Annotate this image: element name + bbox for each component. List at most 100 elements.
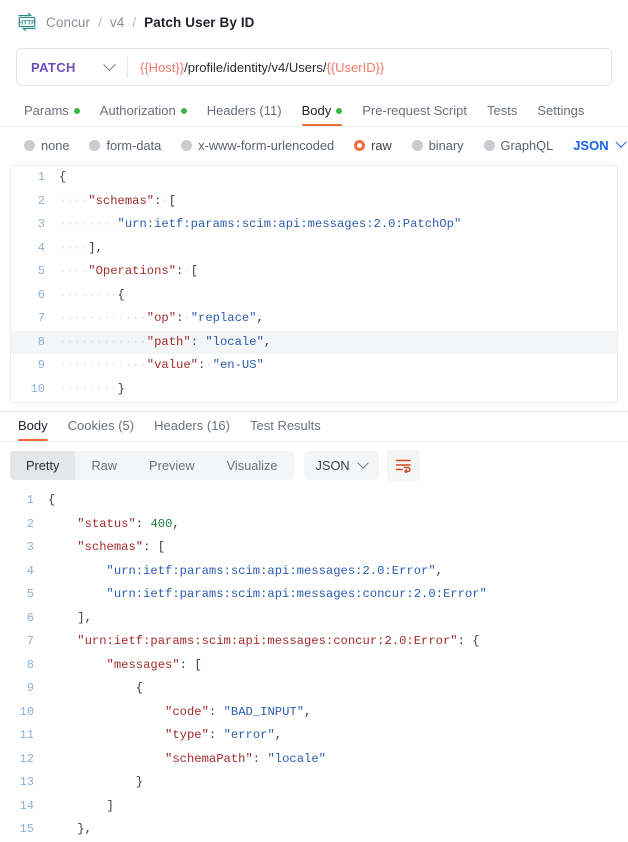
url-variable-userid: {{UserID}} [326, 59, 385, 75]
line-number: 8 [26, 657, 34, 672]
view-mode-label: Preview [149, 458, 195, 473]
line-number: 3 [37, 217, 45, 231]
view-mode-pretty[interactable]: Pretty [10, 451, 76, 480]
tab-tests[interactable]: Tests [477, 95, 527, 126]
line-number: 6 [37, 287, 45, 302]
request-format-selector[interactable]: JSON [573, 136, 627, 153]
code-text: { [135, 681, 144, 695]
code-text: ····] [57, 401, 96, 402]
code-line: 1{ [0, 489, 628, 513]
breadcrumb-item-request[interactable]: Patch User By ID [144, 15, 254, 30]
body-type-options: none form-data x-www-form-urlencoded raw… [0, 127, 628, 163]
view-mode-label: Visualize [226, 458, 278, 473]
tab-body[interactable]: Body [292, 95, 353, 126]
tab-headers[interactable]: Headers (11) [197, 95, 292, 126]
code-line: 10 ········} [11, 378, 617, 402]
line-number: 8 [37, 334, 45, 349]
response-body-viewer[interactable]: 1{2 "status": 400, 3 "schemas": [4 "urn:i… [0, 487, 628, 842]
request-body-editor[interactable]: 1{2 ····"schemas":·[ 3 ········"urn:ietf:pa… [10, 165, 618, 403]
line-number: 15 [19, 822, 34, 836]
code-line: 14 ] [0, 795, 628, 819]
code-text: "schemaPath": "locale" [165, 751, 326, 766]
code-line: 3 "schemas": [ [0, 536, 628, 560]
breadcrumb: HTTP Concur / v4 / Patch User By ID [0, 0, 628, 44]
code-line: 6 ········{ [11, 284, 617, 308]
request-tabs: Params Authorization Headers (11) Body P… [0, 96, 628, 127]
view-mode-preview[interactable]: Preview [133, 451, 211, 480]
body-type-form-data[interactable]: form-data [79, 138, 171, 153]
code-line: 1{ [11, 166, 617, 190]
code-line: 2 "status": 400, [0, 513, 628, 537]
code-line: 15 }, [0, 818, 628, 842]
view-mode-label: Raw [91, 458, 118, 473]
url-variable-host: {{Host}} [140, 59, 185, 75]
view-mode-raw[interactable]: Raw [75, 451, 133, 480]
radio-label: form-data [106, 137, 162, 153]
format-label: JSON [315, 458, 350, 473]
line-number: 3 [26, 540, 34, 554]
response-tab-cookies[interactable]: Cookies (5) [58, 410, 144, 441]
tab-pre-request-script[interactable]: Pre-request Script [352, 95, 477, 126]
line-number: 13 [19, 775, 34, 789]
code-line: 2 ····"schemas":·[ [11, 190, 617, 214]
body-type-raw[interactable]: raw [344, 138, 402, 153]
body-type-binary[interactable]: binary [402, 138, 474, 153]
line-number: 5 [26, 587, 34, 601]
url-input[interactable]: {{Host}}/profile/identity/v4/Users/{{Use… [128, 49, 611, 85]
url-path: /profile/identity/v4/Users/ [184, 59, 327, 75]
tab-label: Headers (11) [206, 103, 282, 118]
response-format-selector[interactable]: JSON [303, 451, 379, 480]
code-text: "status": 400, [77, 516, 180, 531]
breadcrumb-separator: / [98, 14, 102, 30]
code-text: ········{ [59, 287, 125, 302]
response-tab-body[interactable]: Body [8, 410, 58, 441]
code-text: { [59, 170, 67, 184]
body-type-none[interactable]: none [14, 138, 79, 153]
breadcrumb-item-folder[interactable]: v4 [110, 15, 124, 30]
tab-label: Test Results [249, 418, 321, 433]
http-protocol-icon: HTTP [18, 12, 36, 32]
tab-label: Authorization [99, 103, 176, 118]
line-number: 11 [11, 401, 57, 402]
radio-label: GraphQL [500, 137, 554, 153]
code-text: ····], [59, 240, 103, 255]
line-number: 9 [26, 681, 34, 695]
code-text: "schemas": [ [77, 540, 166, 554]
body-type-graphql[interactable]: GraphQL [474, 138, 564, 153]
code-text: { [48, 493, 56, 507]
breadcrumb-item-collection[interactable]: Concur [46, 15, 90, 30]
code-line: 7 ············"op":·"replace", [11, 307, 617, 331]
response-view-modes: Pretty Raw Preview Visualize [10, 451, 294, 480]
response-tab-test-results[interactable]: Test Results [240, 410, 331, 441]
chevron-down-icon [357, 457, 369, 469]
code-text: } [135, 775, 144, 789]
tab-label: Headers (16) [154, 418, 230, 433]
code-line: 9 ············"value":·"en-US" [11, 354, 617, 378]
tab-authorization[interactable]: Authorization [90, 95, 197, 126]
word-wrap-button[interactable] [386, 450, 420, 481]
code-text: ········} [59, 381, 125, 396]
code-text: ············"path":·"locale", [59, 334, 272, 349]
view-mode-visualize[interactable]: Visualize [211, 451, 294, 480]
response-tabs: Body Cookies (5) Headers (16) Test Resul… [0, 412, 628, 442]
tab-params[interactable]: Params [14, 95, 90, 126]
line-number: 9 [37, 358, 45, 372]
tab-label: Cookies (5) [67, 418, 135, 433]
code-line: 12 "schemaPath": "locale" [0, 748, 628, 772]
tab-settings[interactable]: Settings [527, 95, 594, 126]
response-tab-headers[interactable]: Headers (16) [144, 410, 240, 441]
code-text: "urn:ietf:params:scim:api:messages:2.0:E… [106, 563, 443, 578]
status-dot-icon [73, 107, 80, 114]
code-line: 5 "urn:ietf:params:scim:api:messages:con… [0, 583, 628, 607]
svg-text:HTTP: HTTP [19, 19, 36, 26]
method-selector[interactable]: PATCH [17, 49, 127, 85]
line-number: 10 [30, 381, 45, 396]
radio-label: x-www-form-urlencoded [198, 137, 335, 153]
code-line: 5 ····"Operations":·[ [11, 260, 617, 284]
code-line: 8 "messages": [ [0, 654, 628, 678]
body-type-urlencoded[interactable]: x-www-form-urlencoded [171, 138, 344, 153]
tab-label: Body [18, 418, 48, 433]
code-line: 8 ············"path":·"locale", [11, 330, 617, 354]
code-text: ········"urn:ietf:params:scim:api:messag… [59, 217, 462, 231]
line-number: 10 [19, 704, 34, 719]
